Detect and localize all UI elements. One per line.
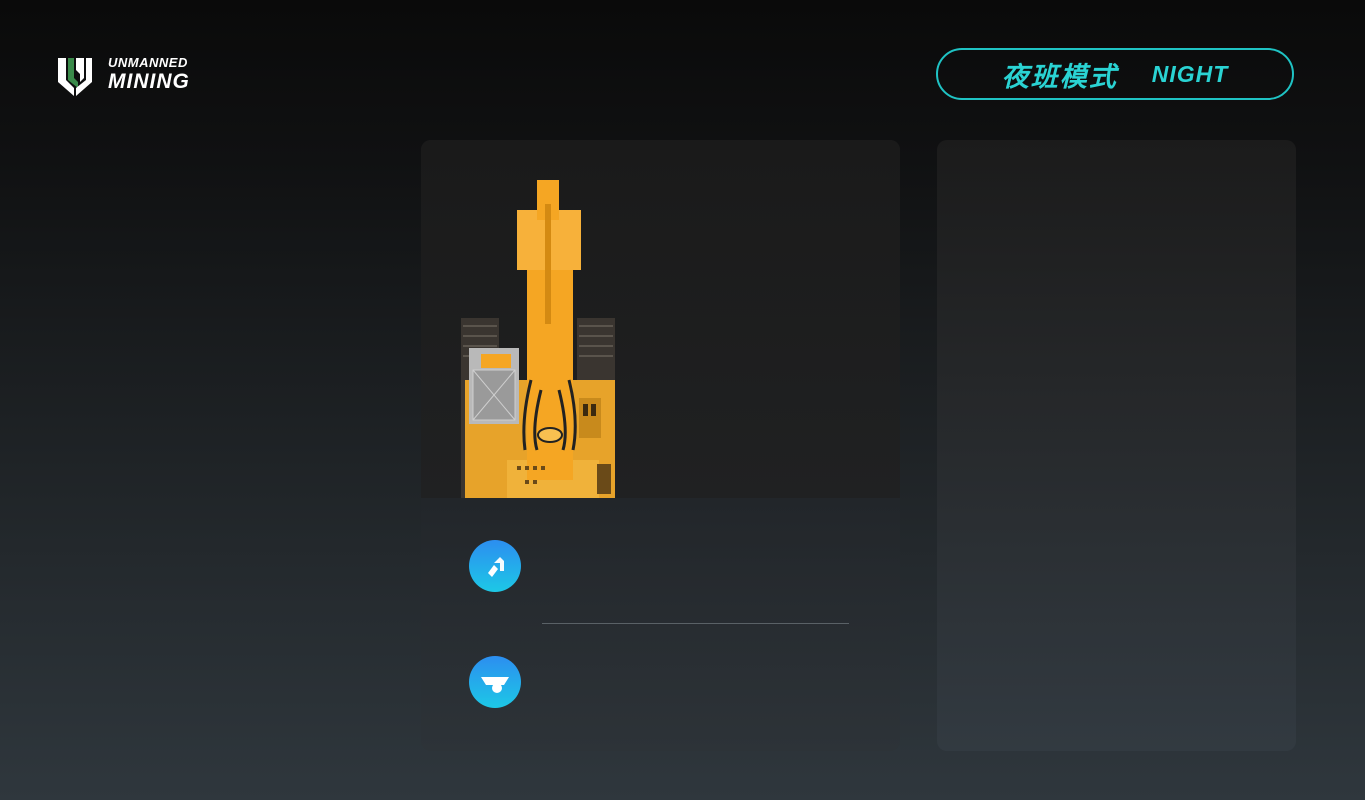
excavator-row bbox=[469, 540, 521, 592]
truck-row bbox=[469, 656, 521, 708]
excavator-bucket-icon bbox=[469, 540, 521, 592]
vehicle-info-area bbox=[421, 498, 900, 751]
brand-line2: MINING bbox=[108, 70, 190, 93]
brand-wordmark: UNMANNED MINING bbox=[108, 56, 190, 92]
vehicle-panel bbox=[421, 140, 900, 751]
mode-label-en: NIGHT bbox=[1151, 60, 1229, 87]
brand-logo: UNMANNED MINING bbox=[54, 52, 190, 96]
night-mode-toggle[interactable]: 夜班模式 NIGHT bbox=[936, 48, 1294, 100]
divider bbox=[542, 623, 849, 624]
side-panel bbox=[937, 140, 1296, 751]
dump-truck-icon bbox=[469, 656, 521, 708]
excavator-image bbox=[461, 180, 615, 498]
brand-line1: UNMANNED bbox=[108, 55, 188, 70]
mode-label-zh: 夜班模式 bbox=[1001, 61, 1118, 92]
unmanned-mining-logo-icon bbox=[58, 58, 92, 96]
vehicle-image-area bbox=[421, 140, 900, 498]
